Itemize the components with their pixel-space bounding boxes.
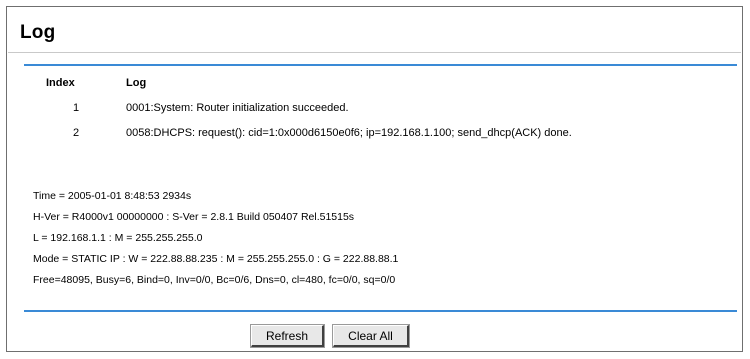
status-version: H-Ver = R4000v1 00000000 : S-Ver = 2.8.1… — [33, 211, 355, 223]
log-row-message: 0058:DHCPS: request(): cid=1:0x000d6150e… — [126, 127, 572, 139]
title-divider — [8, 52, 741, 53]
status-time: Time = 2005-01-01 8:48:53 2934s — [33, 190, 192, 202]
status-lan: L = 192.168.1.1 : M = 255.255.255.0 — [33, 232, 203, 244]
top-accent-divider — [24, 64, 737, 66]
log-row-index: 1 — [73, 102, 80, 114]
clear-all-button[interactable]: Clear All — [332, 324, 410, 348]
refresh-button[interactable]: Refresh — [250, 324, 325, 348]
index-column-header: Index — [46, 77, 75, 89]
log-row-index: 2 — [73, 127, 80, 139]
log-panel: Log Index Log 1 0001:System: Router init… — [6, 6, 743, 352]
status-wan: Mode = STATIC IP : W = 222.88.88.235 : M… — [33, 253, 399, 265]
system-status: Time = 2005-01-01 8:48:53 2934s H-Ver = … — [33, 186, 398, 291]
page-title: Log — [20, 22, 56, 43]
log-row-message: 0001:System: Router initialization succe… — [126, 102, 349, 114]
status-stats: Free=48095, Busy=6, Bind=0, Inv=0/0, Bc=… — [33, 274, 396, 286]
log-column-header: Log — [126, 77, 147, 89]
bottom-accent-divider — [24, 310, 737, 312]
